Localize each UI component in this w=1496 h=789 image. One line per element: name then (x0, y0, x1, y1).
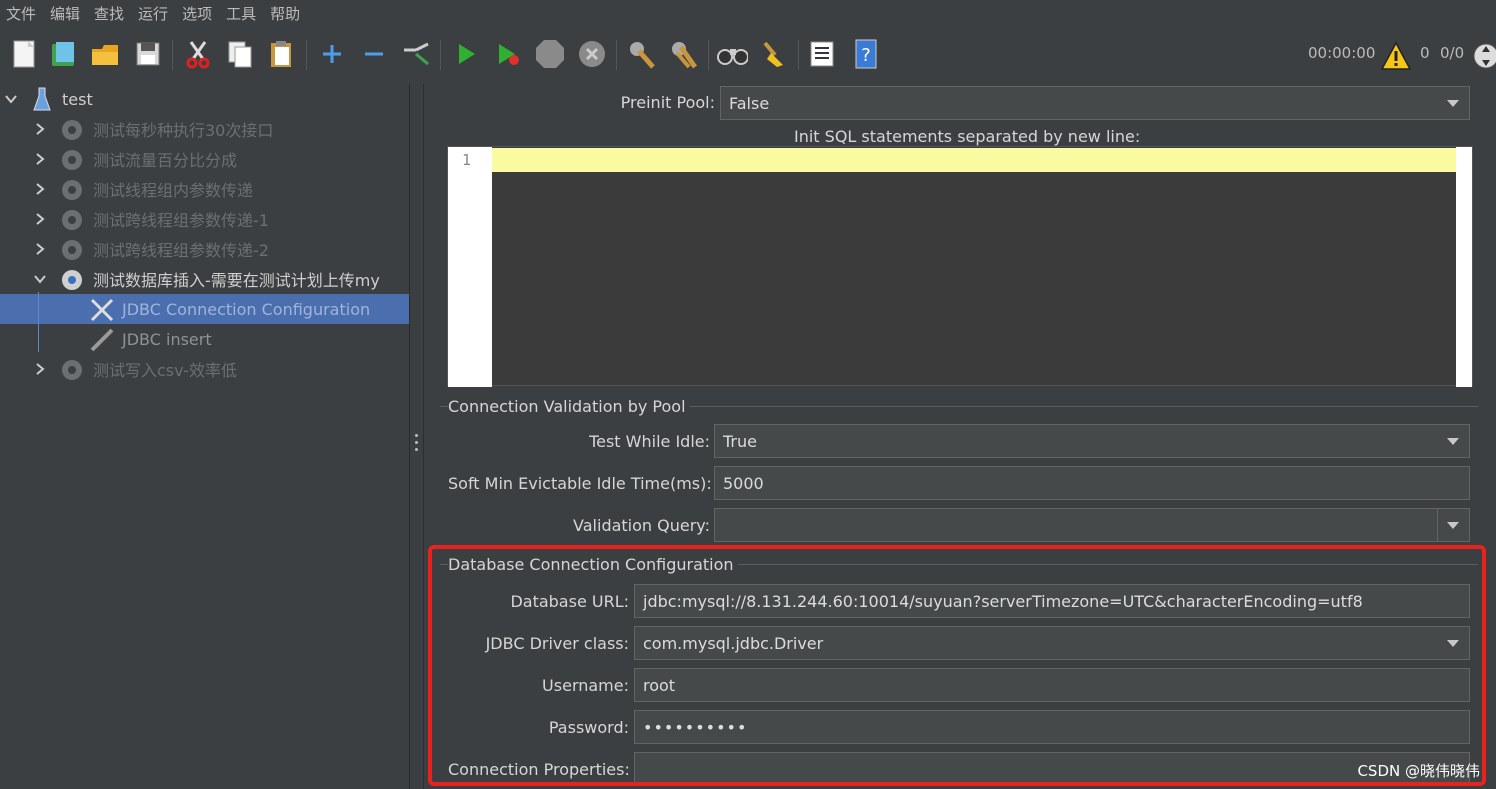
validation-query-label: Validation Query: (573, 516, 710, 535)
paste-icon[interactable] (266, 38, 298, 70)
editor-scrollbar[interactable] (1456, 147, 1472, 387)
expand-all-icon[interactable] (316, 38, 348, 70)
tree-node-thread-group[interactable]: 测试跨线程组参数传递-1 (0, 204, 409, 234)
validation-section-title: Connection Validation by Pool (448, 397, 690, 416)
open-icon[interactable] (90, 38, 122, 70)
line-number-gutter: 1 (448, 147, 492, 387)
flask-icon (33, 87, 51, 111)
menu-bar: 文件 编辑 查找 运行 选项 工具 帮助 (0, 0, 1496, 26)
tree-label: JDBC insert (122, 329, 212, 349)
start-icon[interactable] (450, 38, 482, 70)
chevron-down-icon (1447, 100, 1459, 107)
copy-icon[interactable] (224, 38, 256, 70)
gear-icon (62, 240, 82, 260)
chevron-down-icon[interactable] (5, 93, 17, 105)
tree-label: test (62, 89, 93, 109)
warning-icon[interactable] (1380, 40, 1412, 72)
chevron-right-icon[interactable] (34, 153, 46, 165)
menu-help[interactable]: 帮助 (270, 3, 300, 24)
chevron-right-icon[interactable] (34, 363, 46, 375)
start-no-pauses-icon[interactable] (492, 38, 524, 70)
menu-edit[interactable]: 编辑 (50, 3, 80, 24)
tree-node-jdbc-insert[interactable]: JDBC insert (0, 324, 409, 354)
search-icon[interactable] (716, 38, 748, 70)
gear-icon (62, 150, 82, 170)
tree-label: 测试流量百分比分成 (93, 151, 238, 170)
menu-tools[interactable]: 工具 (226, 3, 256, 24)
svg-text:?: ? (861, 45, 871, 66)
cut-icon[interactable] (182, 38, 214, 70)
tree-label: 测试跨线程组参数传递-2 (93, 241, 269, 260)
help-icon[interactable]: ? (850, 38, 882, 70)
menu-run[interactable]: 运行 (138, 3, 168, 24)
tree-label: 测试线程组内参数传递 (93, 181, 254, 200)
chevron-right-icon[interactable] (34, 183, 46, 195)
preinit-pool-select[interactable]: False (720, 86, 1470, 120)
tree-node-root[interactable]: test (0, 84, 409, 114)
thread-count: 0/0 (1440, 44, 1465, 62)
templates-icon[interactable] (48, 38, 80, 70)
gear-icon (62, 270, 82, 290)
soft-min-idle-label: Soft Min Evictable Idle Time(ms): (448, 474, 712, 493)
clear-icon[interactable] (626, 38, 658, 70)
tree-node-thread-group-expanded[interactable]: 测试数据库插入-需要在测试计划上传my (0, 264, 409, 294)
tree-label: 测试每秒种执行30次接口 (93, 121, 274, 140)
tree-node-thread-group[interactable]: 测试写入csv-效率低 (0, 354, 409, 384)
gear-icon (62, 360, 82, 380)
chevron-right-icon[interactable] (34, 213, 46, 225)
chevron-down-icon[interactable] (34, 273, 46, 285)
toolbar: ? 00:00:00 0 0/0 (0, 26, 1496, 84)
menu-search[interactable]: 查找 (94, 3, 124, 24)
reset-search-icon[interactable] (758, 38, 790, 70)
tree-node-thread-group[interactable]: 测试跨线程组参数传递-2 (0, 234, 409, 264)
stop-icon[interactable] (534, 38, 566, 70)
elapsed-timer: 00:00:00 (1308, 44, 1376, 62)
chevron-right-icon[interactable] (34, 243, 46, 255)
clear-all-icon[interactable] (668, 38, 700, 70)
preinit-pool-label: Preinit Pool: (620, 93, 715, 112)
pipette-icon (90, 328, 114, 352)
shutdown-icon[interactable] (576, 38, 608, 70)
test-while-idle-select[interactable]: True (714, 424, 1470, 458)
chevron-down-icon (1447, 522, 1459, 529)
gear-icon (62, 210, 82, 230)
chevron-right-icon[interactable] (34, 123, 46, 135)
test-while-idle-label: Test While Idle: (589, 432, 710, 451)
tree-label: 测试跨线程组参数传递-1 (93, 211, 269, 230)
new-icon[interactable] (8, 38, 40, 70)
tree-node-thread-group[interactable]: 测试每秒种执行30次接口 (0, 114, 409, 144)
toggle-icon[interactable] (400, 38, 432, 70)
validation-query-select[interactable] (714, 508, 1470, 542)
watermark: CSDN @晓伟晓伟 (1357, 762, 1480, 780)
collapse-all-icon[interactable] (358, 38, 390, 70)
tree-node-jdbc-config[interactable]: JDBC Connection Configuration (0, 294, 409, 324)
wrench-screwdriver-icon (90, 298, 114, 322)
test-plan-tree: test 测试每秒种执行30次接口 测试流量百分比分成 测试线程组内参数传递 测… (0, 84, 409, 789)
soft-min-idle-input[interactable]: 5000 (714, 466, 1470, 500)
tree-node-thread-group[interactable]: 测试流量百分比分成 (0, 144, 409, 174)
gear-icon (62, 120, 82, 140)
tree-guide-line (38, 292, 39, 352)
splitter[interactable] (409, 84, 423, 789)
highlight-box (428, 545, 1486, 786)
gear-icon (62, 180, 82, 200)
save-icon[interactable] (132, 38, 164, 70)
function-helper-icon[interactable] (806, 38, 838, 70)
menu-options[interactable]: 选项 (182, 3, 212, 24)
warning-count: 0 (1420, 44, 1430, 62)
init-sql-editor[interactable]: 1 (447, 146, 1473, 387)
tree-node-thread-group[interactable]: 测试线程组内参数传递 (0, 174, 409, 204)
tree-label: 测试写入csv-效率低 (93, 361, 237, 380)
tree-label: JDBC Connection Configuration (122, 299, 371, 319)
chevron-down-icon (1447, 438, 1459, 445)
menu-file[interactable]: 文件 (6, 3, 36, 24)
current-line-highlight (492, 148, 1458, 172)
remote-icon[interactable] (1472, 40, 1496, 72)
tree-label: 测试数据库插入-需要在测试计划上传my (93, 271, 380, 290)
init-sql-label: Init SQL statements separated by new lin… (794, 127, 1141, 146)
